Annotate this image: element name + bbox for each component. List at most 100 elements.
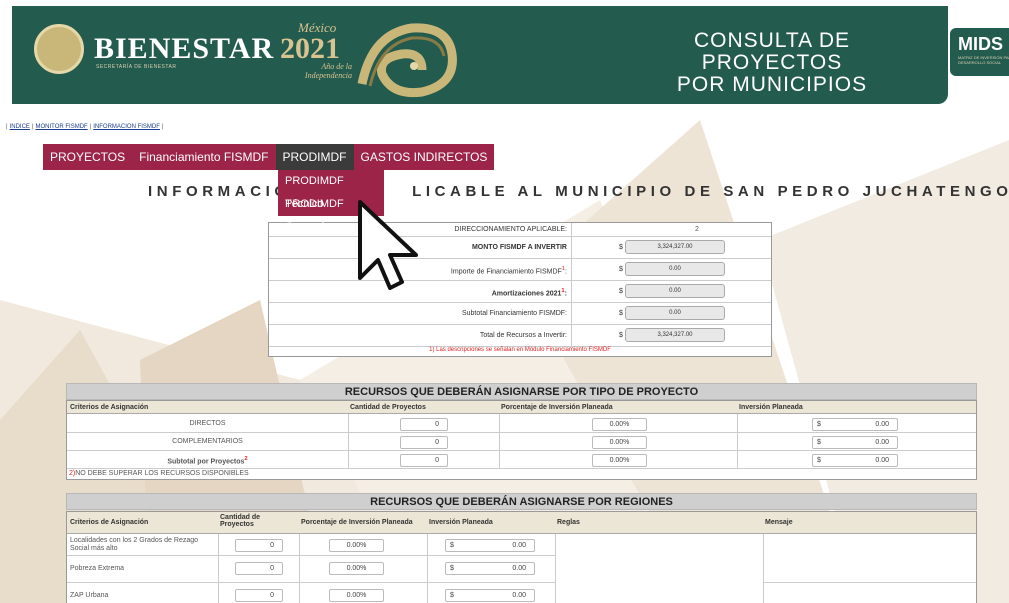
rezago-amount-field[interactable]: $0.00 bbox=[445, 539, 535, 552]
col-divider bbox=[737, 414, 738, 468]
financing-label-amortizaciones-end: : bbox=[564, 290, 567, 298]
pobreza-amount: 0.00 bbox=[512, 565, 526, 572]
submenu-prodimdf-tecnico[interactable]: PRODIMDF Técnico bbox=[278, 170, 384, 210]
breadcrumb-informacion-fismdf[interactable]: INFORMACION FISMDF bbox=[91, 124, 162, 130]
col-divider bbox=[763, 534, 764, 603]
row-label-subtotal-text: Subtotal por Proyectos bbox=[167, 458, 245, 466]
col-inversion: Inversión Planeada bbox=[429, 519, 493, 526]
directos-currency: $ bbox=[817, 421, 821, 428]
menu-prodimdf[interactable]: PRODIMDF bbox=[275, 144, 354, 170]
rezago-count: 0 bbox=[270, 542, 274, 549]
col-criterios: Criterios de Asignación bbox=[70, 404, 149, 411]
regiones-table: Criterios de Asignación Cantidad de Proy… bbox=[66, 511, 977, 603]
financing-row: DIRECCIONAMIENTO APLICABLE: 2 bbox=[269, 223, 771, 237]
brand-title: BIENESTAR bbox=[94, 32, 275, 65]
col-divider bbox=[499, 414, 500, 468]
financing-value-monto: 3,324,327.00 bbox=[625, 240, 725, 254]
menu-financiamiento-fismdf[interactable]: Financiamiento FISMDF bbox=[132, 144, 276, 170]
page-title-right: LICABLE AL MUNICIPIO DE SAN PEDRO JUCHAT… bbox=[412, 183, 1009, 200]
financing-table: DIRECCIONAMIENTO APLICABLE: 2 MONTO FISM… bbox=[268, 222, 772, 357]
directos-pct: 0.00% bbox=[609, 421, 630, 428]
col-mensaje: Mensaje bbox=[765, 519, 793, 526]
col-reglas: Reglas bbox=[557, 519, 580, 526]
col-cantidad: Cantidad de Proyectos bbox=[350, 404, 426, 411]
col-divider bbox=[218, 534, 219, 603]
col-porcentaje: Porcentaje de Inversión Planeada bbox=[501, 404, 613, 411]
rezago-currency: $ bbox=[450, 542, 454, 549]
pobreza-currency: $ bbox=[450, 565, 454, 572]
directos-pct-field[interactable]: 0.00% bbox=[592, 418, 647, 431]
financing-label-total: Total de Recursos a Invertir: bbox=[479, 332, 567, 339]
financing-row: Subtotal Financiamiento FISMDF: $ 0.00 bbox=[269, 303, 771, 325]
mids-subtitle: MATRIZ DE INVERSIÓN PARA EL DESARROLLO S… bbox=[958, 55, 1009, 65]
financing-note: 1) Las descripciones se señalan en Módul… bbox=[429, 347, 611, 353]
col-cantidad: Cantidad de Proyectos bbox=[220, 514, 261, 528]
menu-gastos-indirectos[interactable]: GASTOS INDIRECTOS bbox=[353, 144, 495, 170]
row-label-complementarios: COMPLEMENTARIOS bbox=[172, 438, 243, 445]
financing-value-total: 3,324,327.00 bbox=[625, 328, 725, 342]
complementarios-amount-field[interactable]: $0.00 bbox=[812, 436, 898, 449]
year-number: 2021 bbox=[280, 32, 340, 65]
rezago-amount: 0.00 bbox=[512, 542, 526, 549]
zap-amount: 0.00 bbox=[512, 592, 526, 599]
zap-count: 0 bbox=[270, 592, 274, 599]
col-divider bbox=[555, 534, 556, 603]
region-label-zap: ZAP Urbana bbox=[70, 592, 109, 599]
year-caption-2: Independencia bbox=[304, 71, 352, 80]
breadcrumb-indice[interactable]: INDICE bbox=[8, 124, 32, 130]
complementarios-pct-field[interactable]: 0.00% bbox=[592, 436, 647, 449]
rezago-count-field[interactable]: 0 bbox=[235, 539, 283, 552]
mids-logo: MIDS MATRIZ DE INVERSIÓN PARA EL DESARRO… bbox=[950, 28, 1009, 76]
subtotal-amount-field[interactable]: $0.00 bbox=[812, 454, 898, 467]
financing-label-amortizaciones-text: Amortizaciones 2021 bbox=[491, 290, 562, 298]
col-divider bbox=[427, 534, 428, 603]
financing-value-importe: 0.00 bbox=[625, 262, 725, 276]
financing-value-amortizaciones: 0.00 bbox=[625, 284, 725, 298]
pobreza-pct-field[interactable]: 0.00% bbox=[329, 562, 384, 575]
subtotal-count-field[interactable]: 0 bbox=[400, 454, 448, 467]
serpent-icon bbox=[357, 23, 457, 98]
financing-currency: $ bbox=[619, 244, 623, 251]
breadcrumb: | INDICE | MONITOR FISMDF | INFORMACION FISMD… bbox=[6, 124, 164, 130]
col-criterios: Criterios de Asignación bbox=[70, 519, 149, 526]
tipo-proyecto-note: 2)NO DEBE SUPERAR LOS RECURSOS DISPONIBL… bbox=[69, 470, 249, 477]
footnote-marker: 2 bbox=[244, 456, 248, 462]
bienestar-seal-icon bbox=[34, 24, 84, 74]
pobreza-count-field[interactable]: 0 bbox=[235, 562, 283, 575]
region-label-pobreza: Pobreza Extrema bbox=[70, 565, 125, 572]
directos-count: 0 bbox=[435, 421, 439, 428]
financing-currency: $ bbox=[619, 310, 623, 317]
region-label-rezago: Localidades con los 2 Grados de Rezago S… bbox=[70, 537, 199, 552]
financing-currency: $ bbox=[619, 288, 623, 295]
financing-value-subtotal: 0.00 bbox=[625, 306, 725, 320]
financing-row: Amortizaciones 20211: $ 0.00 bbox=[269, 281, 771, 303]
financing-label-importe-end: : bbox=[565, 268, 567, 276]
subtotal-pct: 0.00% bbox=[609, 457, 630, 464]
row-divider bbox=[67, 450, 976, 451]
financing-currency: $ bbox=[619, 332, 623, 339]
header-banner: BIENESTAR SECRETARÍA DE BIENESTAR México… bbox=[12, 6, 948, 104]
complementarios-count-field[interactable]: 0 bbox=[400, 436, 448, 449]
col-porcentaje: Porcentaje de Inversión Planeada bbox=[301, 519, 413, 526]
menu-proyectos[interactable]: PROYECTOS bbox=[43, 144, 133, 170]
financing-row: Importe de Financiamiento FISMDF1: $ 0.0… bbox=[269, 259, 771, 281]
rezago-pct-field[interactable]: 0.00% bbox=[329, 539, 384, 552]
row-divider bbox=[67, 582, 555, 583]
row-divider bbox=[67, 555, 555, 556]
financing-row: MONTO FISMDF A INVERTIR $ 3,324,327.00 bbox=[269, 237, 771, 259]
zap-count-field[interactable]: 0 bbox=[235, 589, 283, 602]
col-divider bbox=[348, 414, 349, 468]
col-inversion: Inversión Planeada bbox=[739, 404, 803, 411]
zap-amount-field[interactable]: $0.00 bbox=[445, 589, 535, 602]
breadcrumb-monitor-fismdf[interactable]: MONITOR FISMDF bbox=[33, 124, 89, 130]
directos-count-field[interactable]: 0 bbox=[400, 418, 448, 431]
zap-pct-field[interactable]: 0.00% bbox=[329, 589, 384, 602]
subtotal-pct-field[interactable]: 0.00% bbox=[592, 454, 647, 467]
pobreza-amount-field[interactable]: $0.00 bbox=[445, 562, 535, 575]
directos-amount: 0.00 bbox=[875, 421, 889, 428]
financing-value-direccionamiento: 2 bbox=[695, 226, 699, 233]
section-title-tipo-proyecto: RECURSOS QUE DEBERÁN ASIGNARSE POR TIPO … bbox=[66, 383, 977, 400]
row-divider bbox=[763, 582, 976, 583]
directos-amount-field[interactable]: $0.00 bbox=[812, 418, 898, 431]
mouse-pointer-icon bbox=[358, 200, 418, 290]
